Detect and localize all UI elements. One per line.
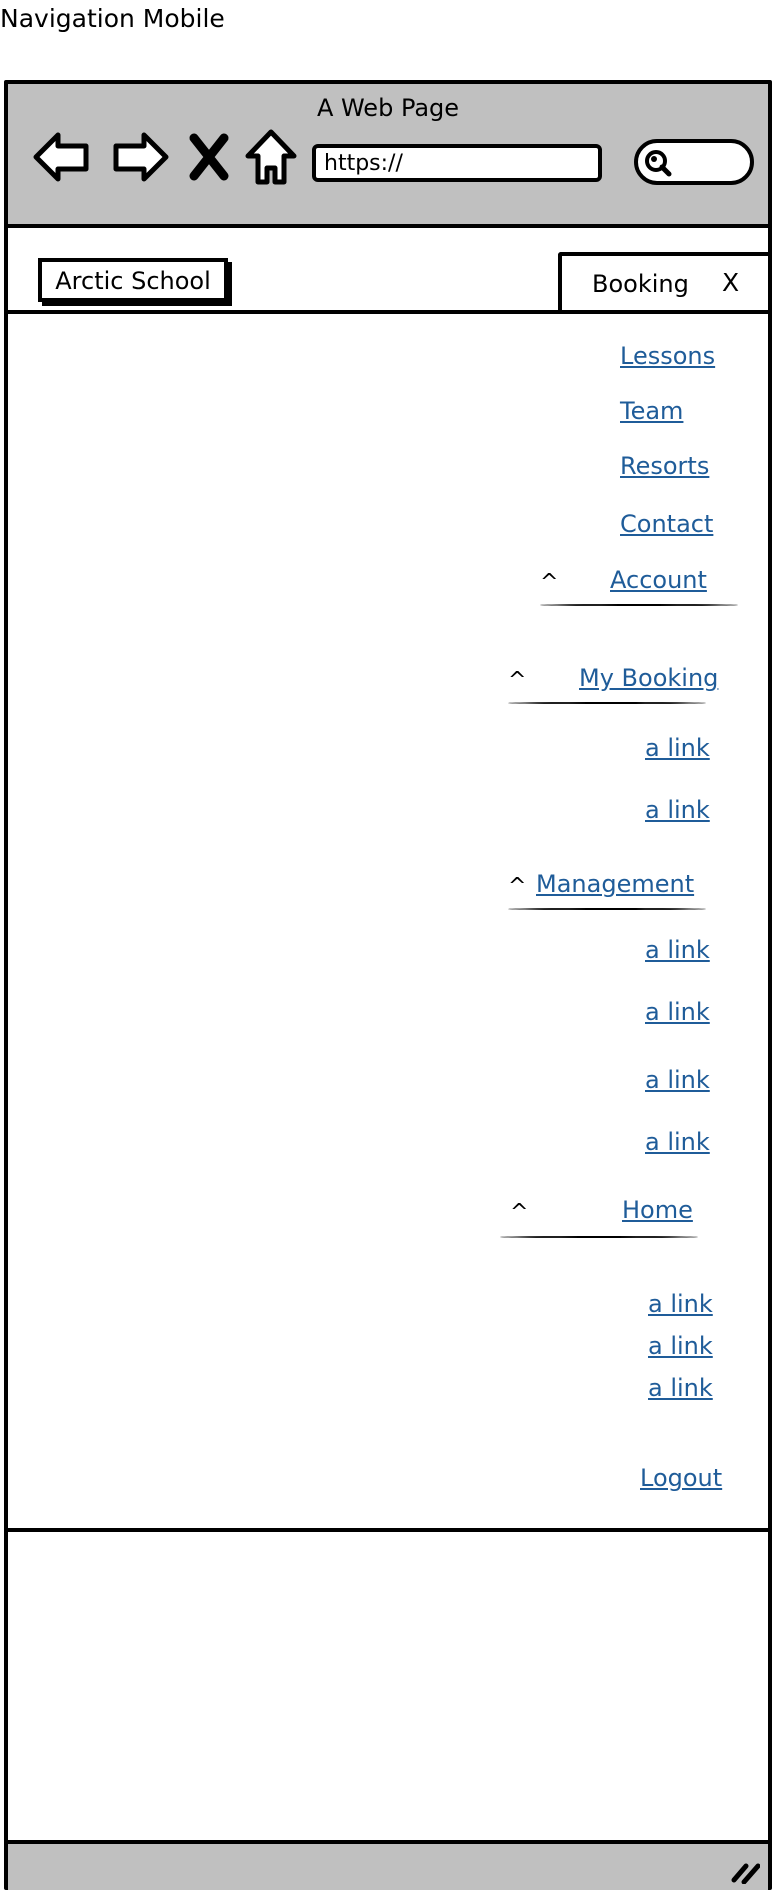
home-divider [500,1236,698,1238]
booking-label: Booking [592,270,689,298]
search-input[interactable] [634,139,754,185]
browser-window: A Web Page Arctic School Booking X [4,80,772,1890]
menu-link-management[interactable]: Management [536,870,694,898]
home-icon[interactable] [240,126,302,188]
menu-link-lessons[interactable]: Lessons [620,342,715,370]
home-link[interactable]: a link [648,1290,713,1318]
page-label: Navigation Mobile [0,4,225,33]
home-link[interactable]: a link [648,1374,713,1402]
stop-icon[interactable] [184,126,234,188]
account-divider [540,604,738,606]
menu-link-account[interactable]: Account [610,566,707,594]
management-divider [508,908,706,910]
app-header: Arctic School Booking X [8,228,772,314]
home-caret-icon[interactable]: ^ [510,1200,528,1225]
resize-grip-icon[interactable] [730,1858,761,1885]
my-booking-link[interactable]: a link [645,796,710,824]
menu-link-team[interactable]: Team [620,397,683,425]
my-booking-caret-icon[interactable]: ^ [508,668,526,693]
back-arrow-icon[interactable] [32,126,94,188]
account-caret-icon[interactable]: ^ [540,570,558,595]
menu-link-contact[interactable]: Contact [620,510,713,538]
booking-tab[interactable]: Booking X [558,252,772,310]
forward-arrow-icon[interactable] [108,126,170,188]
browser-titlebar: A Web Page [8,84,768,228]
mobile-menu-panel: Lessons Team Resorts Contact ^ Account ^… [8,312,772,1532]
close-menu-button[interactable]: X [722,268,739,297]
brand-logo[interactable]: Arctic School [38,258,228,302]
management-link[interactable]: a link [645,1128,710,1156]
management-link[interactable]: a link [645,1066,710,1094]
menu-link-home[interactable]: Home [622,1196,693,1224]
magnifier-icon [645,150,672,177]
menu-link-resorts[interactable]: Resorts [620,452,709,480]
my-booking-divider [508,702,706,704]
management-link[interactable]: a link [645,936,710,964]
management-link[interactable]: a link [645,998,710,1026]
menu-link-my-booking[interactable]: My Booking [579,664,718,692]
window-title: A Web Page [316,94,460,122]
browser-statusbar [8,1840,768,1890]
my-booking-link[interactable]: a link [645,734,710,762]
logout-link[interactable]: Logout [640,1464,722,1492]
management-caret-icon[interactable]: ^ [508,874,526,899]
url-input[interactable] [312,144,602,182]
home-link[interactable]: a link [648,1332,713,1360]
